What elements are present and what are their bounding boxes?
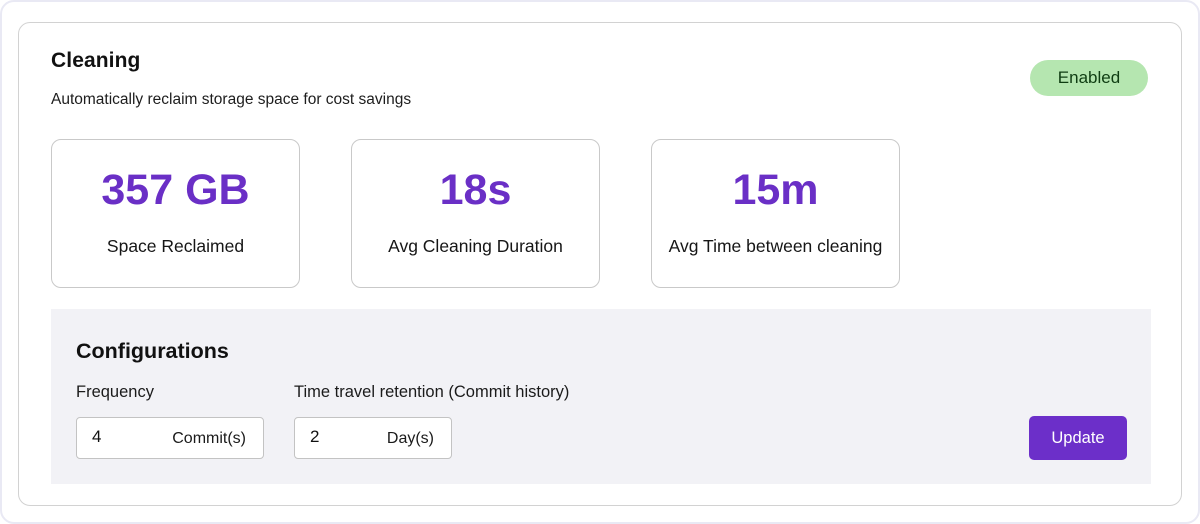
stat-label: Space Reclaimed — [106, 236, 245, 256]
cleaning-card: Cleaning Automatically reclaim storage s… — [18, 22, 1182, 506]
stat-card-space-reclaimed: 357 GB Space Reclaimed — [51, 139, 300, 288]
status-badge: Enabled — [1030, 60, 1148, 96]
stat-value: 18s — [439, 166, 512, 214]
card-subtitle: Automatically reclaim storage space for … — [51, 91, 412, 108]
retention-input[interactable] — [310, 427, 370, 447]
retention-field[interactable]: Day(s) — [294, 417, 452, 459]
stat-value: 15m — [732, 166, 819, 214]
stat-label: Avg Time between cleaning — [668, 236, 883, 256]
frequency-input[interactable] — [92, 427, 152, 447]
stat-value: 357 GB — [101, 166, 250, 214]
outer-frame: Cleaning Automatically reclaim storage s… — [0, 0, 1200, 524]
configurations-panel: Configurations Frequency Commit(s) Time … — [51, 309, 1151, 484]
stat-card-avg-cleaning-duration: 18s Avg Cleaning Duration — [351, 139, 600, 288]
card-title: Cleaning — [51, 49, 141, 72]
frequency-unit: Commit(s) — [172, 430, 246, 447]
retention-label: Time travel retention (Commit history) — [294, 383, 570, 401]
stat-card-avg-time-between-cleaning: 15m Avg Time between cleaning — [651, 139, 900, 288]
update-button[interactable]: Update — [1029, 416, 1127, 460]
retention-unit: Day(s) — [386, 430, 434, 447]
frequency-field[interactable]: Commit(s) — [76, 417, 264, 459]
configurations-title: Configurations — [76, 339, 229, 363]
frequency-label: Frequency — [76, 383, 154, 401]
stat-label: Avg Cleaning Duration — [388, 236, 563, 256]
